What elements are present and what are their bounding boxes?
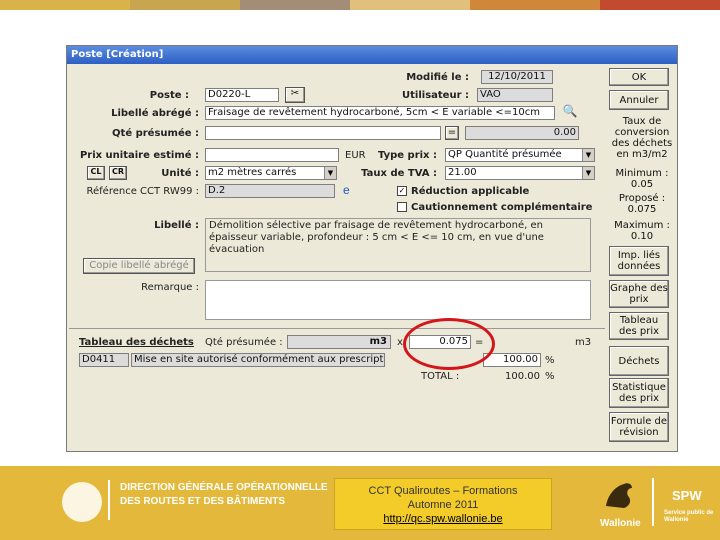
modifie-le-field: 12/10/2011: [481, 70, 553, 84]
dechets-button[interactable]: Déchets: [609, 346, 669, 376]
propose-value: 0.075: [627, 204, 657, 215]
dechets-row-code[interactable]: D0411: [79, 353, 129, 367]
graphe-prix-button[interactable]: Graphe des prix: [609, 280, 669, 308]
libelle-abrege-input[interactable]: Fraisage de revêtement hydrocarboné, 5cm…: [205, 106, 555, 120]
cautionnement-checkbox[interactable]: [397, 202, 407, 212]
formule-revision-button[interactable]: Formule de révision: [609, 412, 669, 442]
maximum-value: 0.10: [630, 231, 654, 242]
taux-tva-value: 21.00: [448, 167, 477, 178]
unite-value: m2 mètres carrés: [208, 167, 297, 178]
chevron-down-icon[interactable]: ▼: [582, 167, 594, 179]
unite-select[interactable]: m2 mètres carrés ▼: [205, 166, 337, 180]
statistique-prix-button[interactable]: Statistique des prix: [609, 378, 669, 408]
reduction-label: Réduction applicable: [411, 186, 530, 197]
center-link[interactable]: http://qc.spw.wallonie.be: [383, 513, 502, 525]
window-title: Poste [Création]: [67, 46, 677, 64]
poste-label: Poste :: [149, 90, 189, 101]
chevron-down-icon[interactable]: ▼: [582, 149, 594, 161]
org-line1: DIRECTION GÉNÉRALE OPÉRATIONNELLE: [120, 482, 328, 493]
side-panel: OK Annuler Taux de conversion des déchet…: [609, 66, 675, 450]
dechets-row-desc[interactable]: Mise en site autorisé conformément aux p…: [131, 353, 385, 367]
type-prix-value: QP Quantité présumée: [448, 149, 562, 160]
remarque-label: Remarque :: [141, 282, 199, 293]
libelle-textarea[interactable]: Démolition sélective par fraisage de rev…: [205, 218, 591, 272]
libelle-abrege-label: Libellé abrégé :: [111, 108, 199, 119]
minimum-value: 0.05: [630, 179, 654, 190]
utilisateur-label: Utilisateur :: [402, 90, 469, 101]
dechets-row-pct: %: [545, 355, 555, 366]
dechets-panel: Tableau des déchets Qté présumée : m3 x …: [69, 328, 605, 450]
chevron-down-icon[interactable]: ▼: [324, 167, 336, 179]
dgo1-logo: [62, 482, 102, 522]
spw-label: SPW: [672, 488, 702, 503]
type-prix-label: Type prix :: [377, 150, 437, 161]
taux-conversion-label: Taux de conversion des déchets en m3/m2: [611, 116, 673, 160]
tools-icon[interactable]: ✂: [285, 87, 305, 103]
utilisateur-field: VAO: [477, 88, 553, 102]
annuler-button[interactable]: Annuler: [609, 90, 669, 110]
equals-icon[interactable]: =: [445, 126, 459, 140]
dechets-qte-field: m3: [287, 335, 391, 349]
dechets-qte-label: Qté présumée :: [205, 337, 283, 348]
qte-presumee-value: 0.00: [465, 126, 579, 140]
dechets-row-percent[interactable]: 100.00: [483, 353, 541, 367]
total-value: 100.00: [505, 371, 540, 382]
prix-unitaire-input[interactable]: [205, 148, 339, 162]
imp-lies-button[interactable]: Imp. liés données: [609, 246, 669, 276]
ok-button[interactable]: OK: [609, 68, 669, 86]
tableau-prix-button[interactable]: Tableau des prix: [609, 312, 669, 340]
poste-window: Poste [Création] Modifié le : 12/10/2011…: [66, 45, 678, 452]
highlight-circle: [403, 318, 495, 370]
total-label: TOTAL :: [421, 371, 460, 382]
course-info-box: CCT Qualiroutes – Formations Automne 201…: [334, 478, 552, 530]
taux-tva-label: Taux de TVA :: [361, 168, 437, 179]
libelle-label: Libellé :: [154, 220, 199, 231]
dechets-qte-unit: m3: [369, 336, 387, 347]
copier-libelle-button[interactable]: Copie libellé abrégé: [83, 258, 195, 274]
rooster-icon: [598, 476, 640, 514]
org-line2: DES ROUTES ET DES BÂTIMENTS: [120, 496, 286, 507]
reference-field: D.2: [205, 184, 335, 198]
reference-label: Référence CCT RW99 :: [86, 186, 200, 197]
cr-button[interactable]: CR: [109, 166, 127, 180]
qte-presumee-unit[interactable]: [205, 126, 441, 140]
footer-divider: [108, 480, 110, 520]
total-pct: %: [545, 371, 555, 382]
ie-icon[interactable]: e: [343, 183, 350, 197]
qte-presumee-label: Qté présumée :: [112, 128, 199, 139]
top-color-strip: [0, 0, 720, 10]
prix-unitaire-label: Prix unitaire estimé :: [79, 150, 199, 161]
footer-divider-right: [652, 478, 654, 526]
type-prix-select[interactable]: QP Quantité présumée ▼: [445, 148, 595, 162]
remarque-textarea[interactable]: [205, 280, 591, 320]
dechets-title: Tableau des déchets: [79, 337, 194, 348]
poste-input[interactable]: D0220-L: [205, 88, 279, 102]
binoculars-icon[interactable]: 🔍: [561, 104, 579, 120]
taux-tva-select[interactable]: 21.00 ▼: [445, 166, 595, 180]
maximum-label: Maximum :: [614, 220, 670, 231]
cl-button[interactable]: CL: [87, 166, 105, 180]
reduction-checkbox[interactable]: ✓: [397, 186, 407, 196]
center-line1: CCT Qualiroutes – Formations: [368, 485, 518, 497]
cautionnement-label: Cautionnement complémentaire: [411, 202, 593, 213]
dechets-result-unit: m3: [575, 337, 592, 348]
spw-sub: Service public de Wallonie: [664, 510, 714, 523]
modifie-le-label: Modifié le :: [406, 72, 469, 83]
eur-label: EUR: [345, 150, 366, 161]
center-line2: Automne 2011: [407, 499, 479, 511]
poste-form: Modifié le : 12/10/2011 Utilisateur : VA…: [69, 66, 599, 326]
wallonie-label: Wallonie: [600, 518, 641, 529]
minimum-label: Minimum :: [615, 168, 669, 179]
propose-label: Proposé :: [618, 193, 666, 204]
